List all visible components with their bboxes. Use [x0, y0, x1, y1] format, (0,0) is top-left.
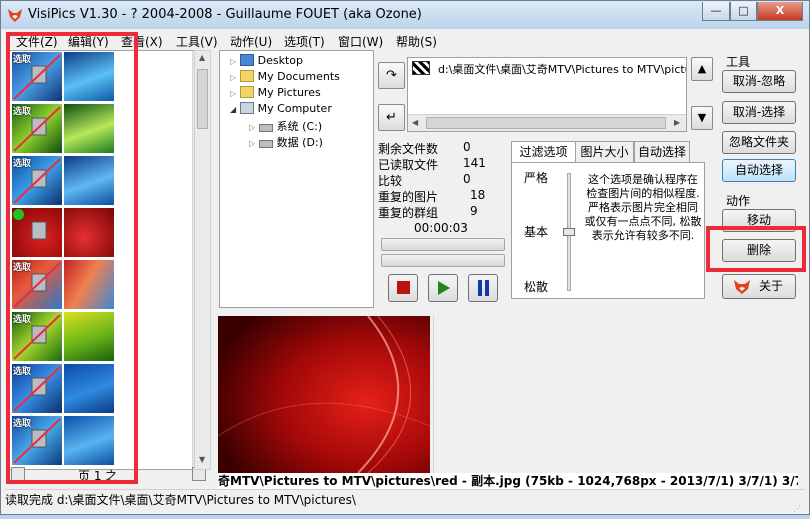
- duplicate-pictures-value: 18: [470, 188, 486, 202]
- menu-actions[interactable]: 动作(U): [230, 33, 272, 50]
- loaded-label: 已读取文件: [378, 158, 439, 172]
- unselect-button[interactable]: 取消-选择: [722, 101, 796, 124]
- app-window: VisiPics V1.30 - ? 2004-2008 - Guillaume…: [0, 0, 810, 515]
- window-title: VisiPics V1.30 - ? 2004-2008 - Guillaume…: [28, 7, 422, 22]
- scroll-left-icon[interactable]: ◀: [412, 118, 418, 127]
- expand-icon[interactable]: ▷: [230, 73, 236, 82]
- loose-label: 松散: [524, 280, 549, 294]
- tree-item-documents[interactable]: ▷ My Documents: [230, 70, 340, 83]
- stop-icon: [397, 281, 410, 294]
- fox-icon: [8, 9, 22, 22]
- resize-grip-icon[interactable]: ⋰: [793, 499, 801, 519]
- status-text: 读取完成 d:\桌面文件\桌面\艾奇MTV\Pictures to MTV\pi…: [5, 493, 356, 507]
- scroll-list-up-button[interactable]: ▲: [691, 57, 713, 81]
- tree-item-drive-c[interactable]: ▷ 系统 (C:): [249, 118, 322, 134]
- loaded-value: 141: [463, 156, 486, 170]
- tab-picture-size[interactable]: 图片大小: [575, 141, 634, 163]
- tools-heading: 工具: [726, 55, 751, 69]
- status-bar: 读取完成 d:\桌面文件\桌面\艾奇MTV\Pictures to MTV\pi…: [5, 489, 805, 513]
- folder-path: d:\桌面文件\桌面\艾奇MTV\Pictures to MTV\pictu: [438, 63, 686, 76]
- remaining-label: 剩余文件数: [378, 142, 439, 156]
- basic-label: 基本: [524, 225, 549, 239]
- menu-window[interactable]: 窗口(W): [338, 33, 383, 50]
- folder-icon: [239, 70, 254, 82]
- filter-description: 这个选项是确认程序在检查图片间的相似程度. 严格表示图片完全相同或仅有一点点不同…: [584, 173, 702, 242]
- fox-icon: [734, 280, 750, 294]
- menu-options[interactable]: 选项(T): [284, 33, 325, 50]
- maximize-button[interactable]: □: [730, 2, 757, 21]
- panel-scrollbar[interactable]: ▲ ▼: [194, 50, 211, 470]
- redo-arrow-icon: ↷: [386, 68, 397, 83]
- unselect-ignore-button[interactable]: 取消-忽略: [722, 70, 796, 93]
- expand-icon[interactable]: ▷: [249, 139, 255, 148]
- compare-label: 比较: [378, 174, 403, 188]
- computer-icon: [239, 102, 254, 114]
- preview-image: [218, 316, 430, 473]
- play-icon: [438, 281, 450, 295]
- close-button[interactable]: X: [757, 2, 803, 21]
- tree-item-desktop[interactable]: ▷ Desktop: [230, 54, 303, 67]
- scroll-thumb[interactable]: [426, 117, 666, 129]
- progress-bar: [381, 254, 505, 267]
- scroll-down-icon[interactable]: ▼: [199, 455, 205, 464]
- remove-folder-button[interactable]: ↵: [378, 104, 405, 131]
- ignore-folder-button[interactable]: 忽略文件夹: [722, 131, 796, 154]
- menu-tools[interactable]: 工具(V): [176, 33, 218, 50]
- scroll-list-down-button[interactable]: ▼: [691, 106, 713, 130]
- progress-bar: [381, 238, 505, 251]
- flag-icon: [412, 61, 430, 75]
- duplicate-groups-value: 9: [470, 204, 478, 218]
- scroll-right-icon[interactable]: ▶: [674, 118, 680, 127]
- duplicate-pictures-label: 重复的图片: [378, 190, 439, 204]
- scroll-up-icon[interactable]: ▲: [199, 53, 205, 62]
- tab-filter-options[interactable]: 过滤选项: [511, 141, 576, 164]
- expand-icon[interactable]: ▷: [230, 89, 236, 98]
- drive-icon: [258, 140, 273, 148]
- slider-thumb[interactable]: [563, 228, 575, 236]
- elapsed-time: 00:00:03: [414, 221, 468, 235]
- stop-button[interactable]: [388, 274, 418, 302]
- tree-item-computer[interactable]: ◢ My Computer: [230, 102, 332, 115]
- about-button[interactable]: 关于: [722, 274, 796, 299]
- folder-icon: [239, 86, 254, 98]
- minimize-button[interactable]: —: [702, 2, 730, 21]
- auto-select-button[interactable]: 自动选择: [722, 159, 796, 182]
- expand-icon[interactable]: ▷: [249, 123, 255, 132]
- title-bar: VisiPics V1.30 - ? 2004-2008 - Guillaume…: [1, 1, 809, 29]
- preview-compare-area: [433, 316, 798, 473]
- pause-icon: [478, 280, 482, 296]
- similarity-slider[interactable]: [563, 173, 575, 291]
- scroll-thumb[interactable]: [197, 69, 208, 129]
- actions-heading: 动作: [726, 194, 751, 208]
- strict-label: 严格: [524, 171, 549, 185]
- compare-value: 0: [463, 172, 471, 186]
- highlight-box: [6, 32, 138, 484]
- return-arrow-icon: ↵: [386, 110, 397, 125]
- pause-button[interactable]: [468, 274, 498, 302]
- filter-panel: 严格 基本 松散 这个选项是确认程序在检查图片间的相似程度. 严格表示图片完全相…: [511, 162, 705, 299]
- duplicate-groups-label: 重复的群组: [378, 206, 439, 220]
- drive-icon: [258, 124, 273, 132]
- tab-auto-select[interactable]: 自动选择: [634, 141, 690, 163]
- path-scrollbar[interactable]: ◀ ▶: [408, 114, 686, 131]
- tree-item-drive-d[interactable]: ▷ 数据 (D:): [249, 134, 323, 150]
- tree-item-pictures[interactable]: ▷ My Pictures: [230, 86, 321, 99]
- menu-help[interactable]: 帮助(S): [396, 33, 437, 50]
- image-info-bar: 奇MTV\Pictures to MTV\pictures\red - 副本.j…: [218, 473, 798, 489]
- expand-icon[interactable]: ▷: [230, 57, 236, 66]
- add-folder-button[interactable]: ↷: [378, 62, 405, 89]
- remaining-value: 0: [463, 140, 471, 154]
- folder-tree: ▷ Desktop ▷ My Documents ▷ My Pictures ◢…: [219, 50, 374, 308]
- desktop-icon: [239, 54, 254, 66]
- highlight-box: [706, 226, 806, 272]
- play-button[interactable]: [428, 274, 458, 302]
- collapse-icon[interactable]: ◢: [230, 105, 236, 114]
- folder-list[interactable]: d:\桌面文件\桌面\艾奇MTV\Pictures to MTV\pictu ◀…: [407, 57, 687, 132]
